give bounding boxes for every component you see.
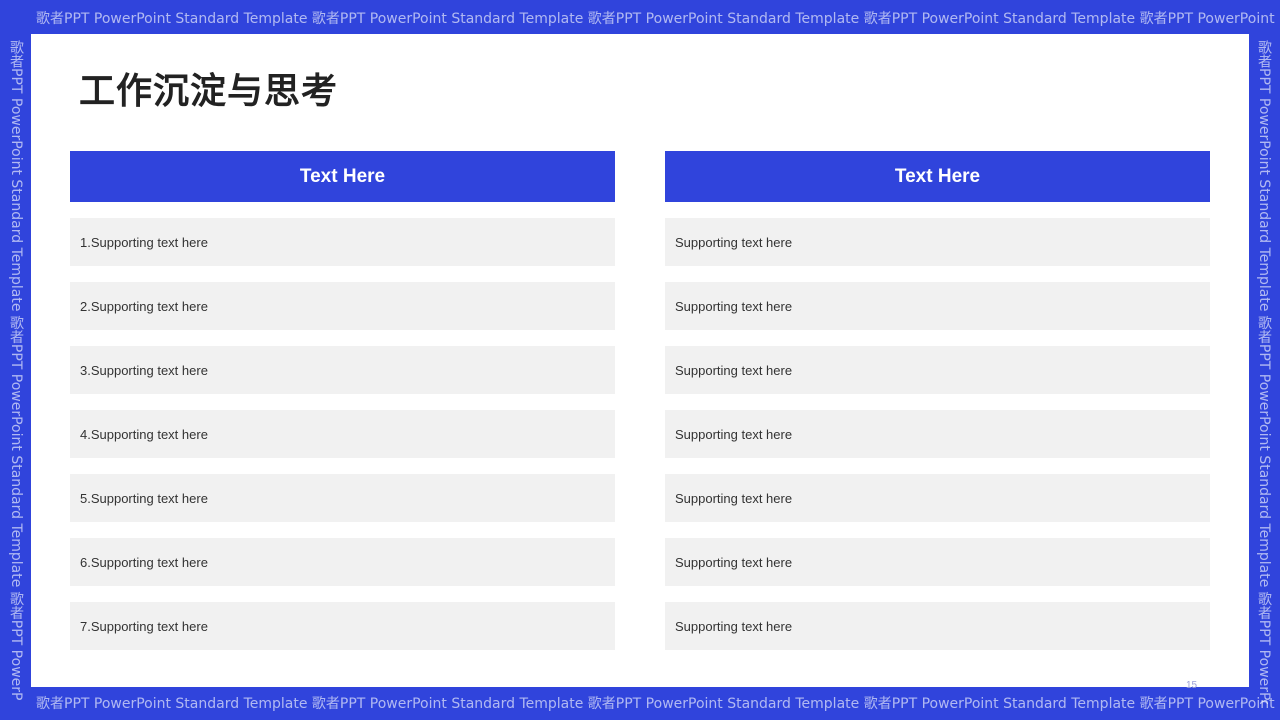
list-item: Supporting text here bbox=[665, 602, 1210, 650]
list-item: Supporting text here bbox=[665, 410, 1210, 458]
right-column-header: Text Here bbox=[665, 151, 1210, 202]
page-title: 工作沉淀与思考 bbox=[79, 71, 339, 112]
list-item: 2.Supporting text here bbox=[70, 282, 615, 330]
list-item: Supporting text here bbox=[665, 474, 1210, 522]
list-item: 4.Supporting text here bbox=[70, 410, 615, 458]
list-item: Supporting text here bbox=[665, 346, 1210, 394]
list-item: 5.Supporting text here bbox=[70, 474, 615, 522]
slide-canvas: 工作沉淀与思考 Text Here 1.Supporting text here… bbox=[31, 34, 1249, 687]
list-item: 6.Supporting text here bbox=[70, 538, 615, 586]
frame-watermark-left: 歌者PPT PowerPoint Standard Template 歌者PPT… bbox=[8, 40, 24, 701]
left-column: Text Here 1.Supporting text here 2.Suppo… bbox=[70, 151, 615, 650]
list-item: Supporting text here bbox=[665, 282, 1210, 330]
frame-watermark-bottom: 歌者PPT PowerPoint Standard Template 歌者PPT… bbox=[36, 696, 1275, 712]
right-column: Text Here Supporting text here Supportin… bbox=[665, 151, 1210, 650]
page-number: 15 bbox=[1186, 680, 1198, 691]
list-item: Supporting text here bbox=[665, 218, 1210, 266]
frame-watermark-right: 歌者PPT PowerPoint Standard Template 歌者PPT… bbox=[1256, 40, 1272, 704]
list-item: 7.Supporting text here bbox=[70, 602, 615, 650]
list-item: 1.Supporting text here bbox=[70, 218, 615, 266]
left-column-header: Text Here bbox=[70, 151, 615, 202]
list-item: 3.Supporting text here bbox=[70, 346, 615, 394]
frame-watermark-top: 歌者PPT PowerPoint Standard Template 歌者PPT… bbox=[36, 11, 1275, 27]
list-item: Supporting text here bbox=[665, 538, 1210, 586]
